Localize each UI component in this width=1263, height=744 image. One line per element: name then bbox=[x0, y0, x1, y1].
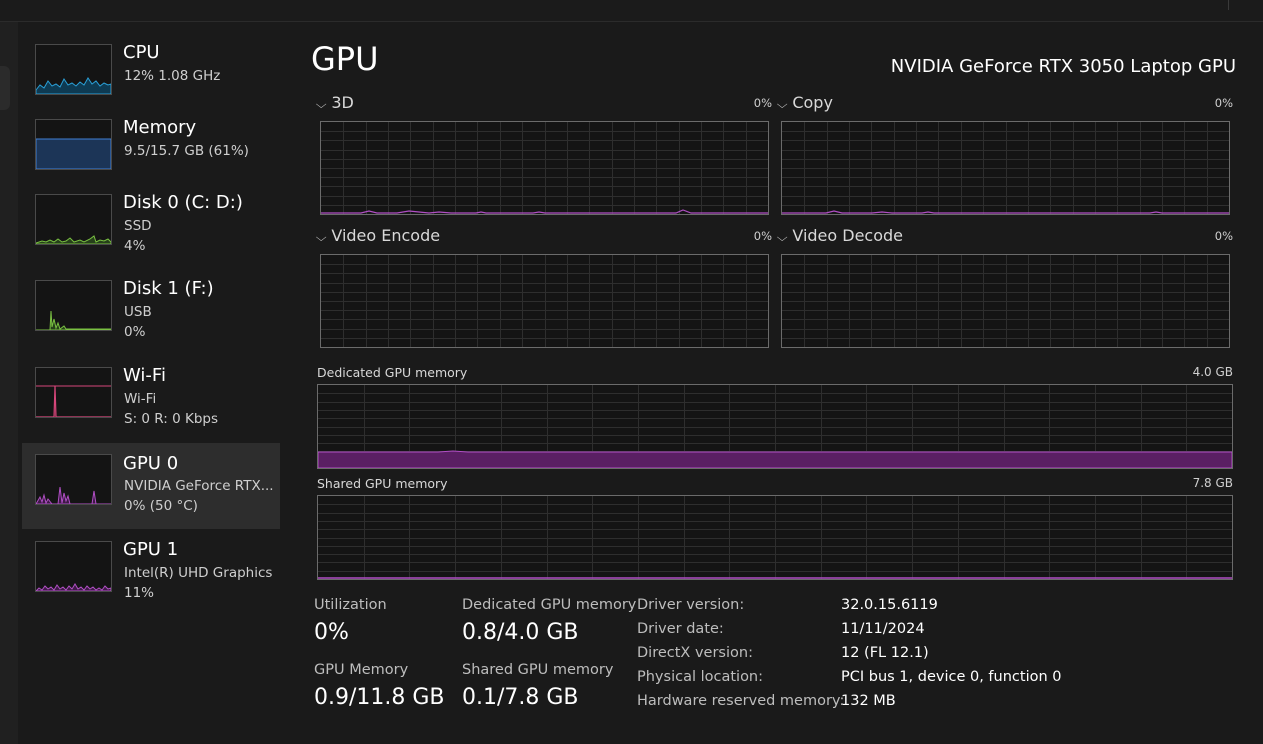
nav-rail-selection[interactable] bbox=[0, 66, 10, 110]
engine-graph-copy bbox=[781, 121, 1230, 215]
chevron-down-icon: ⌵ bbox=[315, 98, 327, 111]
sidebar-item-disk0[interactable]: Disk 0 (C: D:) SSD 4% bbox=[22, 192, 280, 280]
title-bar-divider bbox=[1228, 0, 1229, 10]
driver-version-value: 32.0.15.6119 bbox=[841, 597, 938, 613]
engine-selector-3d[interactable]: ⌵ 3D bbox=[315, 93, 354, 112]
dedicated-memory-graph-label: Dedicated GPU memory bbox=[317, 365, 468, 380]
sidebar-item-detail: 11% bbox=[124, 585, 155, 601]
sidebar-item-title: GPU 0 bbox=[123, 453, 179, 474]
sidebar-item-gpu0[interactable]: GPU 0 NVIDIA GeForce RTX... 0% (50 °C) bbox=[22, 443, 280, 529]
engine-graph-3d bbox=[320, 121, 769, 215]
engine-percent: 0% bbox=[753, 229, 772, 243]
shared-memory-line bbox=[318, 577, 1232, 579]
sidebar-item-title: Wi-Fi bbox=[123, 365, 166, 386]
sidebar-item-subtitle: 9.5/15.7 GB (61%) bbox=[124, 143, 249, 159]
gpu-memory-value: 0.9/11.8 GB bbox=[314, 685, 445, 710]
reserved-memory-value: 132 MB bbox=[841, 693, 896, 709]
directx-version-label: DirectX version: bbox=[637, 645, 753, 661]
engine-graph-video-decode bbox=[781, 254, 1230, 348]
sidebar-item-subtitle: USB bbox=[124, 304, 152, 320]
shared-memory-graph bbox=[317, 495, 1233, 580]
engine-graph-video-encode bbox=[320, 254, 769, 348]
gpu1-thumbnail-graph bbox=[35, 541, 112, 592]
sidebar-item-detail: S: 0 R: 0 Kbps bbox=[124, 411, 218, 427]
physical-location-label: Physical location: bbox=[637, 669, 764, 685]
disk1-thumbnail-graph bbox=[35, 280, 112, 331]
sidebar-item-detail: 4% bbox=[124, 238, 146, 254]
graph-grid bbox=[782, 255, 1229, 347]
driver-date-label: Driver date: bbox=[637, 621, 724, 637]
performance-sidebar: CPU 12% 1.08 GHz Memory 9.5/15.7 GB (61%… bbox=[18, 22, 281, 744]
dedicated-memory-graph-max: 4.0 GB bbox=[1192, 365, 1233, 379]
sidebar-item-title: Disk 1 (F:) bbox=[123, 278, 214, 299]
engine-label: Copy bbox=[792, 93, 833, 112]
sidebar-item-title: Disk 0 (C: D:) bbox=[123, 192, 243, 213]
driver-version-label: Driver version: bbox=[637, 597, 745, 613]
reserved-memory-label: Hardware reserved memory: bbox=[637, 693, 845, 709]
page-title: GPU bbox=[311, 40, 379, 78]
sidebar-item-disk1[interactable]: Disk 1 (F:) USB 0% bbox=[22, 278, 280, 366]
driver-date-value: 11/11/2024 bbox=[841, 621, 925, 637]
graph-grid bbox=[321, 255, 768, 347]
gpu0-thumbnail-graph bbox=[35, 454, 112, 505]
engine-selector-video-encode[interactable]: ⌵ Video Encode bbox=[315, 226, 441, 245]
shared-memory-graph-max: 7.8 GB bbox=[1192, 476, 1233, 490]
chevron-down-icon: ⌵ bbox=[776, 98, 788, 111]
engine-label: 3D bbox=[331, 93, 354, 112]
utilization-value: 0% bbox=[314, 620, 349, 645]
memory-thumbnail-graph bbox=[35, 119, 112, 170]
gpu-device-name: NVIDIA GeForce RTX 3050 Laptop GPU bbox=[890, 56, 1236, 77]
dedicated-memory-label: Dedicated GPU memory bbox=[462, 597, 637, 613]
dedicated-memory-value: 0.8/4.0 GB bbox=[462, 620, 579, 645]
sidebar-item-subtitle: NVIDIA GeForce RTX... bbox=[124, 478, 274, 494]
sidebar-item-subtitle: Wi-Fi bbox=[124, 391, 157, 407]
shared-memory-value: 0.1/7.8 GB bbox=[462, 685, 579, 710]
gpu-detail-panel: GPU NVIDIA GeForce RTX 3050 Laptop GPU ⌵… bbox=[281, 22, 1263, 744]
sidebar-item-subtitle: SSD bbox=[124, 218, 152, 234]
3d-usage-line bbox=[321, 209, 768, 214]
engine-label: Video Decode bbox=[792, 226, 904, 245]
engine-selector-copy[interactable]: ⌵ Copy bbox=[776, 93, 833, 112]
physical-location-value: PCI bus 1, device 0, function 0 bbox=[841, 669, 1062, 685]
directx-version-value: 12 (FL 12.1) bbox=[841, 645, 929, 661]
sidebar-item-title: Memory bbox=[123, 117, 197, 138]
engine-selector-video-decode[interactable]: ⌵ Video Decode bbox=[776, 226, 904, 245]
sidebar-item-wifi[interactable]: Wi-Fi Wi-Fi S: 0 R: 0 Kbps bbox=[22, 365, 280, 453]
chevron-down-icon: ⌵ bbox=[315, 231, 327, 244]
sidebar-item-subtitle: 12% 1.08 GHz bbox=[124, 68, 221, 84]
utilization-label: Utilization bbox=[314, 597, 387, 613]
shared-memory-label: Shared GPU memory bbox=[462, 662, 614, 678]
engine-percent: 0% bbox=[1214, 229, 1233, 243]
sidebar-item-gpu1[interactable]: GPU 1 Intel(R) UHD Graphics 11% bbox=[22, 539, 280, 627]
dedicated-memory-graph bbox=[317, 384, 1233, 469]
sidebar-item-title: GPU 1 bbox=[123, 539, 179, 560]
title-bar bbox=[0, 0, 1263, 22]
disk0-thumbnail-graph bbox=[35, 194, 112, 245]
wifi-thumbnail-graph bbox=[35, 367, 112, 418]
gpu-memory-label: GPU Memory bbox=[314, 662, 409, 678]
sidebar-item-detail: 0% bbox=[124, 324, 146, 340]
nav-rail bbox=[0, 22, 18, 744]
engine-label: Video Encode bbox=[331, 226, 441, 245]
shared-memory-graph-label: Shared GPU memory bbox=[317, 476, 448, 491]
engine-percent: 0% bbox=[753, 96, 772, 110]
cpu-thumbnail-graph bbox=[35, 44, 112, 95]
sidebar-item-title: CPU bbox=[123, 42, 160, 63]
sidebar-item-detail: 0% (50 °C) bbox=[124, 498, 198, 514]
copy-usage-line bbox=[782, 210, 1229, 214]
dedicated-memory-fill bbox=[318, 450, 1232, 468]
chevron-down-icon: ⌵ bbox=[776, 231, 788, 244]
engine-percent: 0% bbox=[1214, 96, 1233, 110]
sidebar-item-subtitle: Intel(R) UHD Graphics bbox=[124, 565, 273, 581]
